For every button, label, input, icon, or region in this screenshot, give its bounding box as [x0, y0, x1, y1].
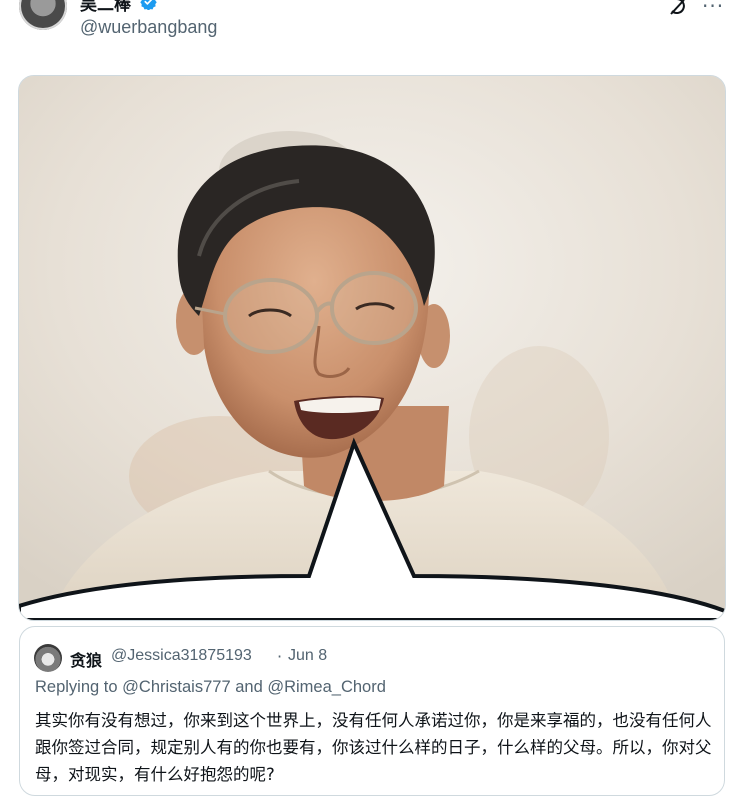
quoted-author-name[interactable]: 贪狼	[70, 647, 102, 671]
author-display-name[interactable]: 吴二棒	[80, 0, 131, 15]
quoted-author-avatar[interactable]	[34, 644, 62, 672]
grok-icon[interactable]	[668, 0, 690, 16]
separator-dot: ·	[277, 647, 283, 666]
photo-smiling-man-speech-bubble	[19, 76, 725, 620]
verified-badge-icon	[140, 0, 157, 10]
quoted-tweet-card[interactable]: 贪狼 @Jessica31875193 · Jun 8 Replying to …	[19, 626, 725, 796]
replying-to-line: Replying to @Christais777 and @Rimea_Cho…	[35, 678, 386, 697]
quoted-author-handle[interactable]: @Jessica31875193	[111, 647, 252, 665]
tweet-header: 吴二棒 @wuerbangbang ···	[0, 0, 734, 60]
author-handle[interactable]: @wuerbangbang	[80, 17, 217, 38]
quoted-tweet-date[interactable]: Jun 8	[288, 647, 327, 665]
replying-to-label: Replying to	[35, 678, 118, 696]
mention-link-rimea[interactable]: @Rimea_Chord	[267, 678, 386, 696]
quoted-tweet-text: 其实你有没有想过，你来到这个世界上，没有任何人承诺过你，你是来享福的，也没有任何…	[35, 711, 712, 784]
mention-link-christais[interactable]: @Christais777	[122, 678, 230, 696]
more-options-icon[interactable]: ···	[702, 0, 724, 18]
author-avatar[interactable]	[19, 0, 67, 30]
conjunction-text: and	[235, 678, 263, 696]
tweet-media-photo[interactable]	[18, 75, 726, 621]
